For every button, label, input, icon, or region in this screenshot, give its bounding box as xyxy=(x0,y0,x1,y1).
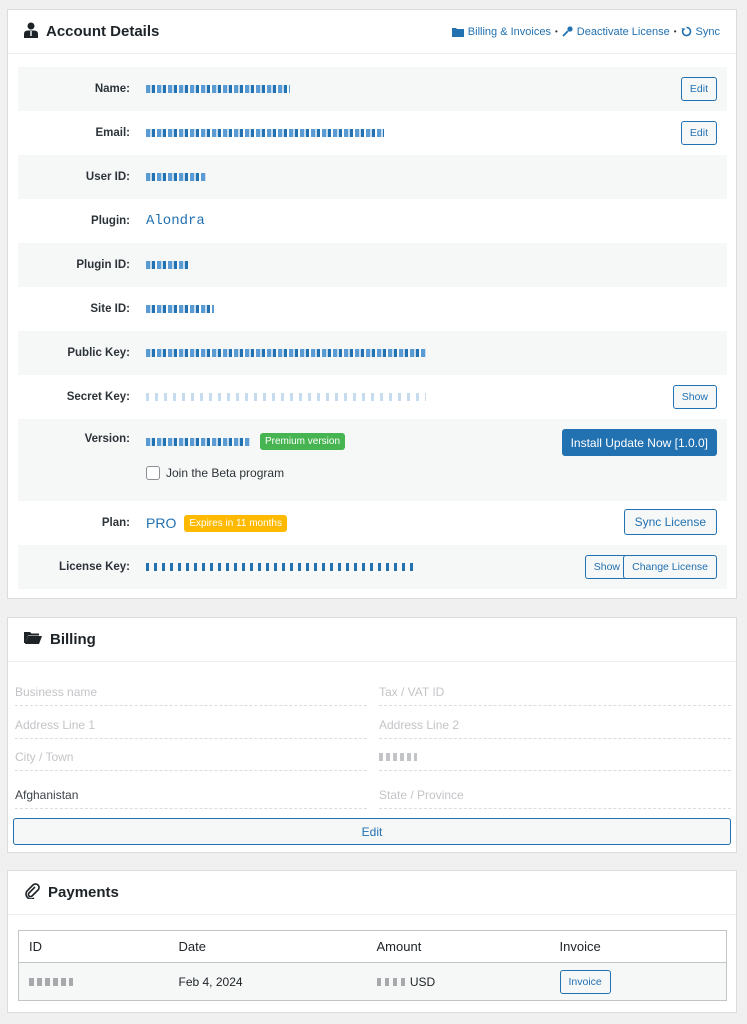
billing-title: Billing xyxy=(24,631,96,649)
table-row: Feb 4, 2024 USD Invoice xyxy=(18,962,727,1001)
sync-icon xyxy=(681,26,691,37)
plugin-value[interactable]: Alondra xyxy=(146,213,205,229)
show-secret-key-button[interactable]: Show xyxy=(672,385,717,409)
user-id-redacted xyxy=(146,173,206,181)
change-license-button[interactable]: Change License xyxy=(623,555,717,579)
payment-id-redacted xyxy=(29,977,73,986)
folder-icon xyxy=(451,27,464,37)
row-license-key: License Key: Show Change License xyxy=(18,545,727,589)
plugin-id-redacted xyxy=(146,261,188,269)
deactivate-license-link[interactable]: Deactivate License xyxy=(562,26,670,38)
edit-email-button[interactable]: Edit xyxy=(680,121,717,145)
secret-key-masked xyxy=(146,393,426,401)
tax-vat-field[interactable]: Tax / VAT ID xyxy=(379,678,731,706)
license-key-masked xyxy=(146,563,416,571)
address-line-2-field[interactable]: Address Line 2 xyxy=(379,711,731,739)
account-details-card: Account Details Billing & Invoices • Dea… xyxy=(7,9,737,599)
business-name-field[interactable]: Business name xyxy=(15,678,367,706)
payment-date: Feb 4, 2024 xyxy=(178,974,243,989)
address-line-1-field[interactable]: Address Line 1 xyxy=(15,711,367,739)
row-user-id: User ID: xyxy=(18,155,727,199)
row-site-id: Site ID: xyxy=(18,287,727,331)
col-id: ID xyxy=(29,939,42,954)
sync-link[interactable]: Sync xyxy=(681,26,720,38)
email-value-redacted xyxy=(146,129,384,137)
beta-program-checkbox[interactable]: Join the Beta program xyxy=(146,466,284,480)
checkbox-box[interactable] xyxy=(146,466,160,480)
state-province-field[interactable]: State / Province xyxy=(379,781,731,809)
folder-open-icon xyxy=(24,631,42,649)
plan-value: PRO xyxy=(146,515,177,531)
amount-redacted xyxy=(376,977,407,986)
row-version: Version: Premium version Join the Beta p… xyxy=(18,419,727,501)
billing-invoices-link[interactable]: Billing & Invoices xyxy=(451,26,551,38)
account-details-header: Account Details Billing & Invoices • Dea… xyxy=(8,10,736,54)
invoice-button[interactable]: Invoice xyxy=(559,969,611,994)
zip-value-redacted xyxy=(379,752,417,761)
col-amount: Amount xyxy=(376,939,422,954)
name-value-redacted xyxy=(146,85,290,93)
sync-license-button[interactable]: Sync License xyxy=(623,509,717,535)
public-key-redacted xyxy=(146,349,426,357)
payments-table: ID Date Amount Invoice Feb 4, 2024 USD I… xyxy=(18,930,727,1001)
key-icon xyxy=(562,26,573,37)
expires-badge: Expires in 11 months xyxy=(184,514,287,532)
user-icon xyxy=(24,22,38,42)
edit-name-button[interactable]: Edit xyxy=(680,77,717,101)
col-date: Date xyxy=(178,939,206,954)
country-field[interactable]: Afghanistan xyxy=(15,781,367,809)
paperclip-icon xyxy=(24,882,40,903)
account-actions: Billing & Invoices • Deactivate License … xyxy=(451,26,720,38)
row-secret-key: Secret Key: Show xyxy=(18,375,727,419)
account-details-title: Account Details xyxy=(24,22,159,42)
billing-header: Billing xyxy=(8,618,736,662)
billing-edit-button[interactable]: Edit xyxy=(13,818,731,845)
version-value-redacted xyxy=(146,437,250,446)
col-invoice: Invoice xyxy=(559,939,601,954)
payments-table-header: ID Date Amount Invoice xyxy=(19,931,727,963)
billing-card: Billing Business name Tax / VAT ID Addre… xyxy=(7,617,737,853)
row-plugin-id: Plugin ID: xyxy=(18,243,727,287)
payments-header: Payments xyxy=(8,871,736,915)
row-name: Name: Edit xyxy=(18,67,727,111)
zip-field[interactable] xyxy=(379,743,731,771)
payments-title: Payments xyxy=(24,882,119,903)
payments-card: Payments ID Date Amount Invoice Feb 4, 2… xyxy=(7,870,737,1013)
premium-version-badge: Premium version xyxy=(260,433,346,450)
row-plugin: Plugin: Alondra xyxy=(91,213,205,229)
payment-amount: USD xyxy=(376,963,560,1001)
row-plan: Plan: PRO Expires in 11 months Sync Lice… xyxy=(18,501,727,545)
row-email: Email: Edit xyxy=(18,111,727,155)
row-public-key: Public Key: xyxy=(18,331,727,375)
city-town-field[interactable]: City / Town xyxy=(15,743,367,771)
site-id-redacted xyxy=(146,305,214,313)
account-rows: Name: Edit Email: Edit User ID: Plugin: … xyxy=(18,67,727,589)
install-update-button[interactable]: Install Update Now [1.0.0] xyxy=(561,429,717,456)
